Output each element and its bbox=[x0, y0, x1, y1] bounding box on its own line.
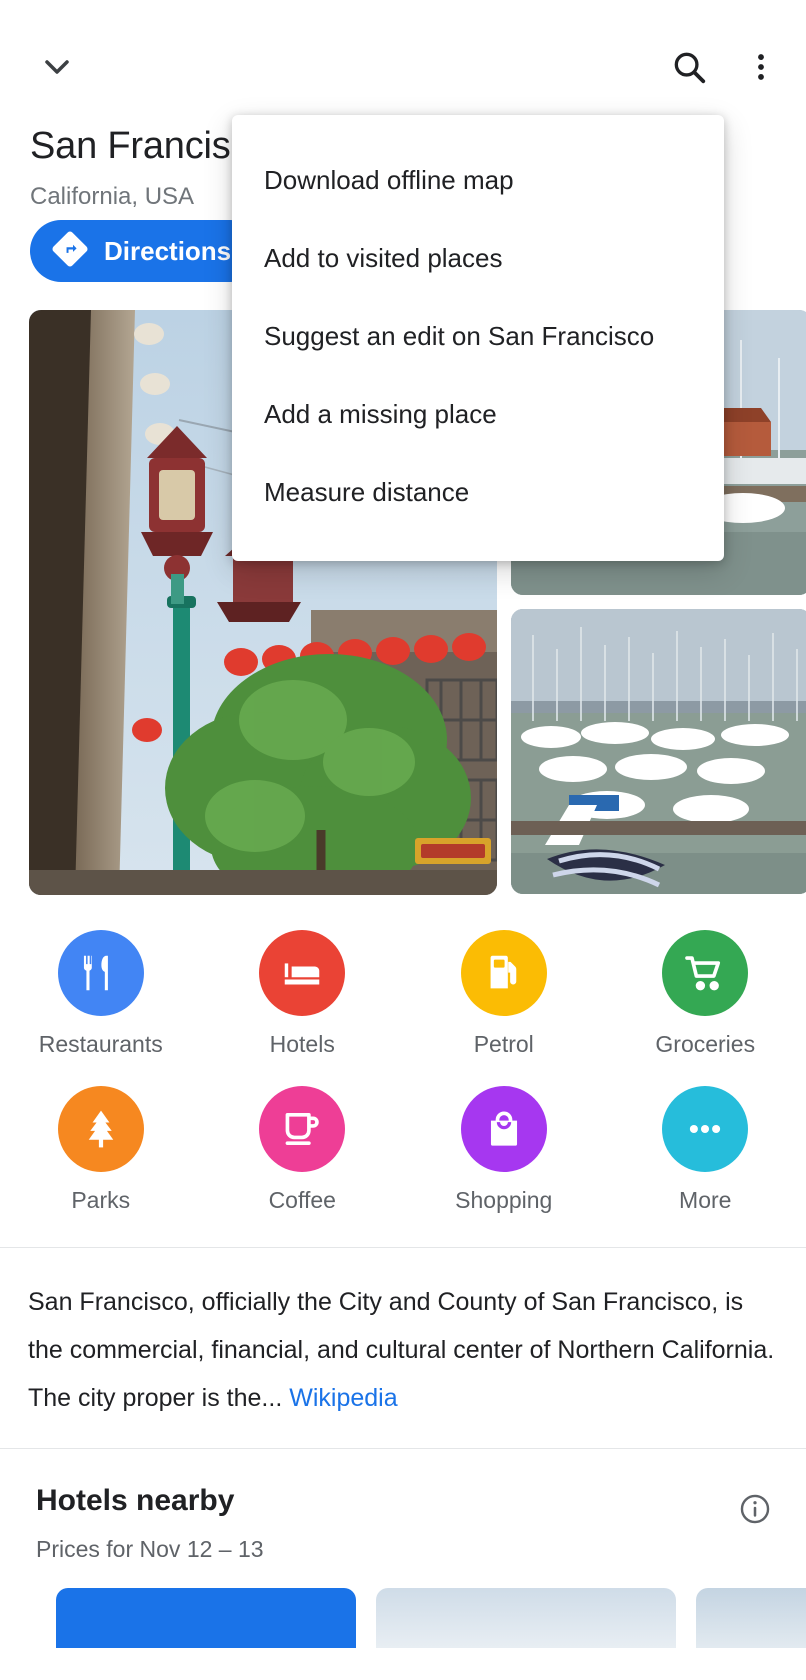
menu-item-suggest-an-edit[interactable]: Suggest an edit on San Francisco bbox=[232, 297, 724, 375]
category-coffee[interactable]: Coffee bbox=[202, 1086, 404, 1214]
shopping-cart-icon bbox=[662, 930, 749, 1016]
hotel-card[interactable] bbox=[376, 1588, 676, 1648]
description-body: San Francisco, officially the City and C… bbox=[28, 1288, 775, 1412]
category-hotels[interactable]: Hotels bbox=[202, 930, 404, 1058]
menu-item-download-offline-map[interactable]: Download offline map bbox=[232, 141, 724, 219]
collapse-sheet-button[interactable] bbox=[34, 44, 80, 90]
shopping-bag-icon bbox=[460, 1086, 547, 1172]
hotels-nearby-subtitle: Prices for Nov 12 – 13 bbox=[36, 1536, 264, 1562]
info-circle-icon[interactable] bbox=[734, 1488, 776, 1530]
hotels-nearby-title: Hotels nearby bbox=[36, 1484, 235, 1517]
menu-item-measure-distance[interactable]: Measure distance bbox=[232, 453, 724, 531]
hotel-card[interactable] bbox=[696, 1588, 806, 1648]
hotel-bed-icon bbox=[259, 930, 346, 1016]
category-label: Shopping bbox=[455, 1187, 553, 1213]
category-row-1: Restaurants Hotels Petrol Groceries bbox=[0, 930, 806, 1058]
fuel-pump-icon bbox=[460, 930, 547, 1016]
hotel-card[interactable] bbox=[56, 1588, 356, 1648]
category-row-2: Parks Coffee Shopping More bbox=[0, 1086, 806, 1214]
category-label: Groceries bbox=[655, 1031, 756, 1057]
hotel-cards-carousel[interactable] bbox=[0, 1588, 806, 1648]
hotels-nearby-section: Hotels nearby Prices for Nov 12 – 13 bbox=[0, 1448, 806, 1648]
category-label: Petrol bbox=[473, 1031, 534, 1057]
more-dots-icon bbox=[662, 1086, 749, 1172]
category-label: More bbox=[679, 1187, 732, 1213]
category-shortcuts: Restaurants Hotels Petrol Groceries Park… bbox=[0, 930, 806, 1242]
overflow-menu: Download offline map Add to visited plac… bbox=[232, 115, 724, 561]
description-text: San Francisco, officially the City and C… bbox=[28, 1278, 778, 1422]
place-description: San Francisco, officially the City and C… bbox=[0, 1278, 806, 1422]
menu-item-add-missing-place[interactable]: Add a missing place bbox=[232, 375, 724, 453]
category-petrol[interactable]: Petrol bbox=[403, 930, 605, 1058]
tree-icon bbox=[57, 1086, 144, 1172]
category-restaurants[interactable]: Restaurants bbox=[0, 930, 202, 1058]
place-details-screen: San Francisco California, USA Directions bbox=[0, 0, 806, 1680]
category-parks[interactable]: Parks bbox=[0, 1086, 202, 1214]
category-groceries[interactable]: Groceries bbox=[605, 930, 806, 1058]
marina-boats-photo-bottom[interactable] bbox=[511, 609, 806, 894]
divider-above-description bbox=[0, 1247, 806, 1248]
category-label: Restaurants bbox=[38, 1031, 163, 1057]
more-vertical-icon[interactable] bbox=[738, 44, 784, 90]
top-app-bar bbox=[0, 0, 806, 112]
coffee-cup-icon bbox=[259, 1086, 346, 1172]
category-label: Coffee bbox=[268, 1187, 336, 1213]
search-icon[interactable] bbox=[666, 44, 712, 90]
category-more[interactable]: More bbox=[605, 1086, 806, 1214]
directions-diamond-icon bbox=[52, 230, 88, 272]
category-label: Parks bbox=[71, 1187, 131, 1213]
restaurant-icon bbox=[57, 930, 144, 1016]
wikipedia-link[interactable]: Wikipedia bbox=[289, 1384, 397, 1412]
hotels-nearby-header: Hotels nearby Prices for Nov 12 – 13 bbox=[0, 1448, 806, 1564]
chevron-down-icon[interactable] bbox=[34, 44, 80, 90]
category-shopping[interactable]: Shopping bbox=[403, 1086, 605, 1214]
directions-button-label: Directions bbox=[104, 235, 232, 266]
top-bar-actions bbox=[666, 44, 784, 90]
category-label: Hotels bbox=[269, 1031, 335, 1057]
menu-item-add-to-visited-places[interactable]: Add to visited places bbox=[232, 219, 724, 297]
directions-button[interactable]: Directions bbox=[30, 220, 262, 282]
